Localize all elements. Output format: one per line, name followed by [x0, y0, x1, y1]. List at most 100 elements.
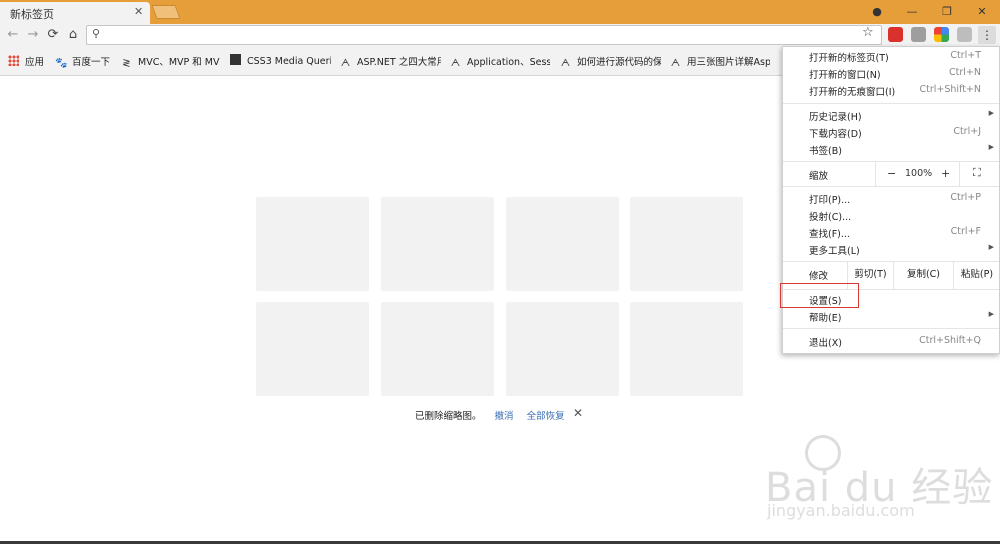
- reload-icon[interactable]: ⟳: [44, 26, 62, 44]
- menu-item-bookmarks[interactable]: 书签(B) ▶: [809, 143, 999, 159]
- menu-separator: [783, 161, 999, 162]
- zoom-out-button[interactable]: −: [887, 167, 896, 180]
- menu-item-downloads[interactable]: 下载内容(D) Ctrl+J: [809, 126, 999, 142]
- menu-item-label: 下载内容(D): [809, 129, 862, 140]
- most-visited-tile[interactable]: [256, 197, 369, 291]
- apps-grid-icon: [8, 55, 19, 66]
- shortcut-text: Ctrl+N: [949, 67, 981, 78]
- menu-item-help[interactable]: 帮助(E) ▶: [809, 310, 999, 326]
- bookmark-apps[interactable]: 应用: [8, 54, 56, 68]
- menu-item-new-tab[interactable]: 打开新的标签页(T) Ctrl+T: [809, 50, 999, 66]
- most-visited-tile[interactable]: [630, 197, 743, 291]
- paste-button[interactable]: 粘贴(P): [953, 261, 1000, 289]
- minimize-button[interactable]: —: [897, 3, 927, 21]
- menu-item-print[interactable]: 打印(P)... Ctrl+P: [809, 192, 999, 208]
- bookmark-application[interactable]: ᗅ Application、Sessi: [450, 54, 550, 68]
- bookmark-source-code[interactable]: ᗅ 如何进行源代码的保: [560, 54, 661, 68]
- menu-item-label: 帮助(E): [809, 313, 842, 324]
- bookmark-css3[interactable]: CSS3 Media Querie: [230, 54, 331, 68]
- bookmark-mvc[interactable]: ≷ MVC、MVP 和 MV: [121, 54, 220, 68]
- menu-item-label: 退出(X): [809, 338, 842, 349]
- bookmark-label: CSS3 Media Querie: [247, 56, 331, 67]
- menu-item-label: 打开新的标签页(T): [809, 53, 889, 64]
- toolbar: ← → ⟳ ⌂ ⚲ ☆ ⋮: [0, 24, 1000, 46]
- copy-button[interactable]: 复制(C): [893, 261, 953, 289]
- new-tab-button[interactable]: [151, 5, 181, 19]
- forward-arrow-icon[interactable]: →: [24, 26, 42, 44]
- chrome-menu-button[interactable]: ⋮: [978, 26, 996, 44]
- watermark-url: jingyan.baidu.com: [767, 501, 915, 520]
- menu-separator: [783, 328, 999, 329]
- most-visited-tile[interactable]: [256, 302, 369, 396]
- menu-item-history[interactable]: 历史记录(H) ▶: [809, 109, 999, 125]
- baidu-paw-icon: 🐾: [55, 58, 68, 68]
- menu-item-more-tools[interactable]: 更多工具(L) ▶: [809, 243, 999, 259]
- a-icon: ᗅ: [450, 58, 461, 68]
- search-icon: ⚲: [92, 27, 101, 40]
- menu-separator: [959, 161, 960, 186]
- menu-item-exit[interactable]: 退出(X) Ctrl+Shift+Q: [809, 335, 999, 351]
- css3-icon: [230, 54, 241, 65]
- undo-link[interactable]: 撤消: [495, 411, 514, 422]
- menu-item-label: 投射(C)...: [809, 212, 852, 223]
- most-visited-tile[interactable]: [506, 302, 619, 396]
- tab-close-icon[interactable]: ✕: [134, 5, 143, 18]
- shortcut-text: Ctrl+P: [950, 192, 981, 203]
- menu-item-new-incognito[interactable]: 打开新的无痕窗口(I) Ctrl+Shift+N: [809, 84, 999, 100]
- menu-item-label: 查找(F)...: [809, 229, 850, 240]
- mvc-icon: ≷: [122, 58, 131, 68]
- bookmark-label: Application、Sessi: [467, 57, 550, 68]
- most-visited-tile[interactable]: [506, 197, 619, 291]
- profile-icon[interactable]: ●: [862, 3, 892, 21]
- address-input[interactable]: [107, 27, 857, 43]
- bookmark-label: 百度一下: [72, 57, 111, 68]
- bookmark-asp-images[interactable]: ᗅ 用三张图片详解Asp: [670, 54, 770, 68]
- browser-window: 新标签页 ✕ ● — ❐ ✕ ← → ⟳ ⌂ ⚲ ☆ ⋮ 应用 🐾 百度一下 ≷ M…: [0, 0, 1000, 544]
- submenu-arrow-icon: ▶: [988, 310, 994, 318]
- most-visited-tile[interactable]: [381, 302, 494, 396]
- submenu-arrow-icon: ▶: [988, 143, 994, 151]
- home-icon[interactable]: ⌂: [64, 26, 82, 44]
- most-visited-tile[interactable]: [630, 302, 743, 396]
- bookmark-baidu[interactable]: 🐾 百度一下: [55, 54, 117, 68]
- zoom-in-button[interactable]: +: [941, 167, 950, 180]
- menu-separator: [783, 103, 999, 104]
- address-bar[interactable]: ⚲: [86, 25, 882, 45]
- menu-separator: [783, 186, 999, 187]
- shortcut-text: Ctrl+Shift+N: [919, 84, 981, 95]
- a-icon: ᗅ: [560, 58, 571, 68]
- menu-item-find[interactable]: 查找(F)... Ctrl+F: [809, 226, 999, 242]
- settings-highlight-box: [780, 283, 859, 308]
- fullscreen-icon[interactable]: ⛶: [973, 166, 981, 180]
- a-icon: ᗅ: [670, 58, 681, 68]
- zoom-level: 100%: [905, 168, 933, 179]
- most-visited-tile[interactable]: [381, 197, 494, 291]
- bookmark-star-icon[interactable]: ☆: [862, 25, 874, 40]
- shortcut-text: Ctrl+Shift+Q: [919, 335, 981, 346]
- menu-item-label: 打印(P)...: [809, 195, 851, 206]
- shortcut-text: Ctrl+T: [950, 50, 981, 61]
- tab-new-tab[interactable]: 新标签页 ✕: [0, 2, 150, 24]
- notice-close-icon[interactable]: ✕: [573, 406, 583, 420]
- back-arrow-icon[interactable]: ←: [4, 26, 22, 44]
- menu-item-label: 历史记录(H): [809, 112, 862, 123]
- extension-colorful-icon[interactable]: [934, 27, 949, 42]
- extension-red-icon[interactable]: [888, 27, 903, 42]
- menu-item-new-window[interactable]: 打开新的窗口(N) Ctrl+N: [809, 67, 999, 83]
- menu-item-cast[interactable]: 投射(C)...: [809, 209, 999, 225]
- close-window-button[interactable]: ✕: [967, 3, 997, 21]
- bookmark-aspnet[interactable]: ᗅ ASP.NET 之四大常用: [340, 54, 441, 68]
- submenu-arrow-icon: ▶: [988, 243, 994, 251]
- submenu-arrow-icon: ▶: [988, 109, 994, 117]
- tab-title: 新标签页: [10, 8, 54, 21]
- restore-all-link[interactable]: 全部恢复: [527, 411, 565, 422]
- menu-item-label: 修改: [809, 271, 829, 282]
- extension-save-icon[interactable]: [957, 27, 972, 42]
- extension-gray-icon[interactable]: [911, 27, 926, 42]
- bookmark-label: MVC、MVP 和 MV: [138, 57, 220, 68]
- restore-button[interactable]: ❐: [932, 3, 962, 21]
- shortcut-text: Ctrl+F: [950, 226, 981, 237]
- bookmark-label: ASP.NET 之四大常用: [357, 57, 441, 68]
- bookmark-label: 应用: [25, 57, 45, 68]
- shortcut-text: Ctrl+J: [953, 126, 981, 137]
